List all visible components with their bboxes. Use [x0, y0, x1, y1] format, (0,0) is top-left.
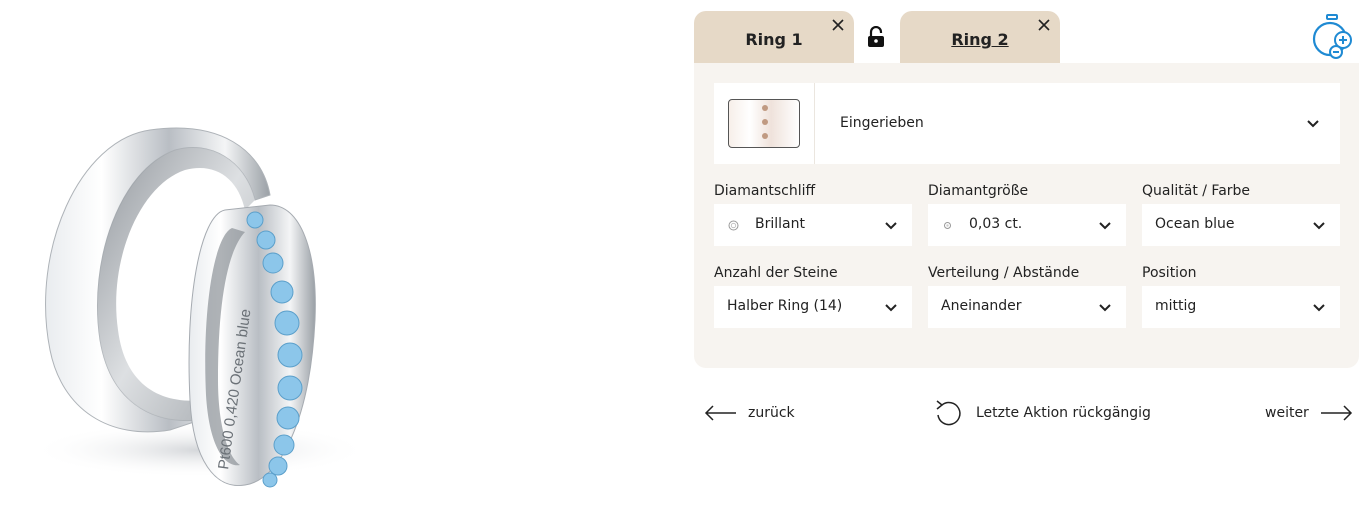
undo-icon	[936, 400, 961, 426]
chevron-down-icon	[1313, 222, 1325, 230]
chevron-down-icon	[1099, 304, 1111, 312]
quality-color-value: Ocean blue	[1155, 216, 1235, 232]
ring-config-panel: Eingerieben Diamantschliff Brillant Diam…	[694, 63, 1359, 368]
quality-color-select[interactable]: Ocean blue	[1142, 204, 1340, 246]
tab-ring-1[interactable]: Ring 1	[694, 11, 854, 64]
stone-dot	[762, 133, 768, 139]
undo-label: Letzte Aktion rückgängig	[976, 405, 1151, 421]
stone-count-label: Anzahl der Steine	[714, 265, 838, 281]
undo-button[interactable]: Letzte Aktion rückgängig	[934, 398, 1151, 428]
chevron-down-icon	[1099, 222, 1111, 230]
stone-count-value: Halber Ring (14)	[727, 298, 843, 314]
diamond-size-label: Diamantgröße	[928, 183, 1029, 199]
back-button[interactable]: zurück	[704, 398, 795, 428]
arrow-right-icon	[1320, 405, 1352, 421]
diamond-cut-label: Diamantschliff	[714, 183, 816, 199]
diamond-cut-value: Brillant	[755, 216, 805, 232]
arrow-left-icon	[704, 405, 736, 421]
diamond-size-select[interactable]: 0,03 ct.	[928, 204, 1126, 246]
distribution-value: Aneinander	[941, 298, 1022, 314]
tab-ring-1-label: Ring 1	[745, 30, 803, 49]
diamond-icon	[944, 222, 951, 229]
position-label: Position	[1142, 265, 1197, 281]
finish-thumbnail	[728, 99, 800, 148]
stone-count-select[interactable]: Halber Ring (14)	[714, 286, 912, 328]
ring-product-image: Pt600 0,420 Ocean blue	[30, 127, 370, 488]
surface-finish-select[interactable]: Eingerieben	[714, 83, 1340, 164]
back-label: zurück	[748, 405, 795, 421]
tab-ring-2[interactable]: Ring 2	[900, 11, 1060, 64]
chevron-down-icon	[885, 222, 897, 230]
close-icon[interactable]	[1036, 17, 1052, 33]
quality-color-label: Qualität / Farbe	[1142, 183, 1251, 199]
lock-open-icon[interactable]	[866, 26, 886, 48]
tab-ring-2-label: Ring 2	[951, 30, 1009, 49]
distribution-label: Verteilung / Abstände	[928, 265, 1080, 281]
chevron-down-icon	[885, 304, 897, 312]
position-value: mittig	[1155, 298, 1197, 314]
next-button[interactable]: weiter	[1265, 398, 1353, 428]
diamond-cut-select[interactable]: Brillant	[714, 204, 912, 246]
stopwatch-add-icon[interactable]	[1310, 14, 1356, 60]
position-select[interactable]: mittig	[1142, 286, 1340, 328]
surface-finish-value: Eingerieben	[840, 115, 924, 131]
finish-thumbnail-cell	[714, 83, 815, 164]
next-label: weiter	[1265, 405, 1309, 421]
chevron-down-icon	[1313, 304, 1325, 312]
diamond-icon	[728, 220, 739, 231]
stone-dot	[762, 119, 768, 125]
chevron-down-icon	[1307, 120, 1319, 128]
distribution-select[interactable]: Aneinander	[928, 286, 1126, 328]
stone-dot	[762, 105, 768, 111]
diamond-size-value: 0,03 ct.	[969, 216, 1023, 232]
close-icon[interactable]	[830, 17, 846, 33]
